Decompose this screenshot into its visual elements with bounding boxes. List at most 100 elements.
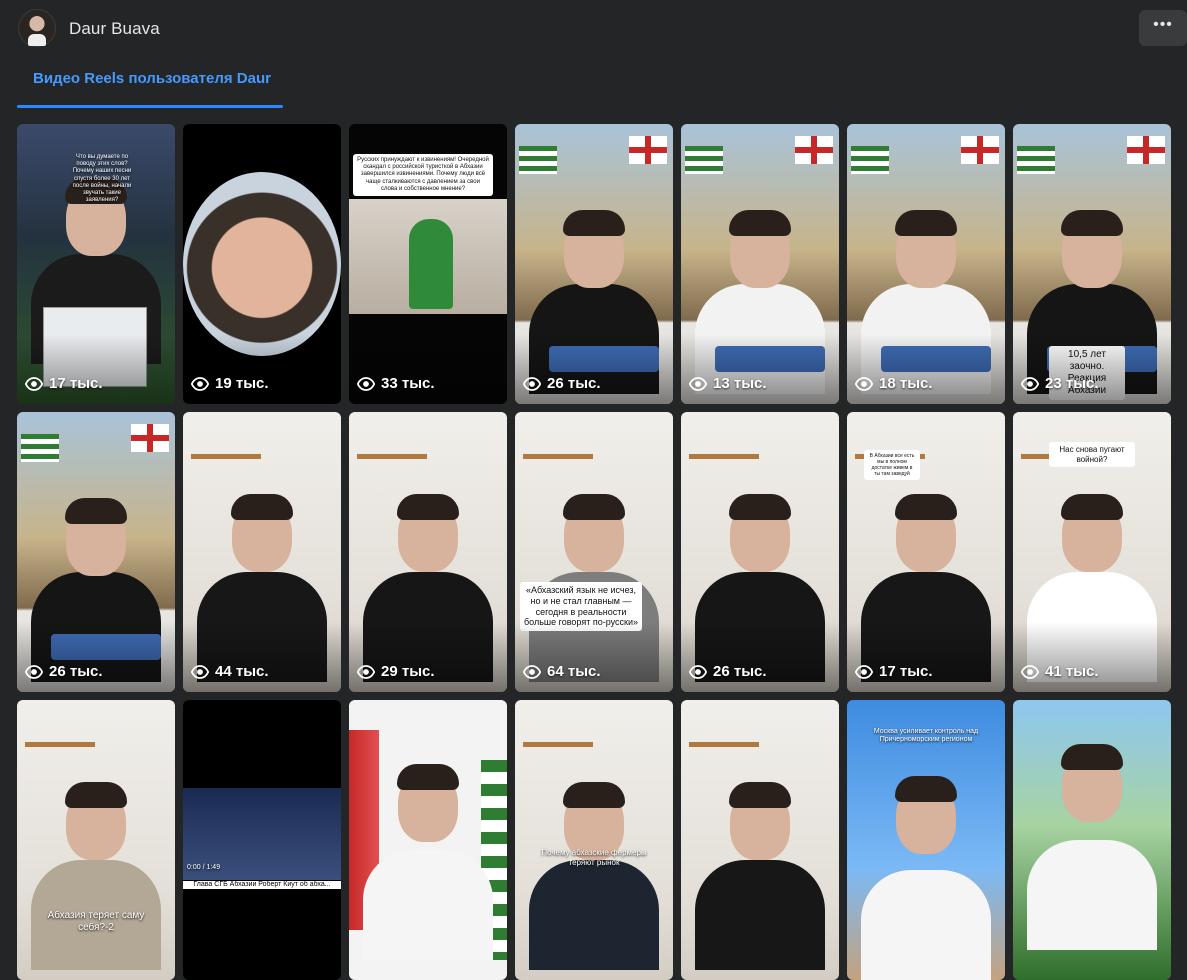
view-count: 17 тыс.	[25, 375, 103, 392]
reel-tile[interactable]: 44 тыс.	[183, 412, 341, 692]
reel-tile[interactable]: Русских принуждают к извинениям! Очередн…	[349, 124, 507, 404]
bottom-gradient	[183, 334, 341, 404]
person-torso	[1027, 840, 1157, 950]
reel-thumbnail	[349, 700, 507, 980]
reel-caption: Русских принуждают к извинениям! Очередн…	[353, 154, 493, 196]
reel-tile[interactable]: 19 тыс.	[183, 124, 341, 404]
reel-caption: Глава СГБ Абхазии Роберт Киут об абха...	[183, 881, 341, 890]
reel-caption: Нас снова пугают войной?	[1049, 442, 1135, 468]
view-count-label: 26 тыс.	[49, 663, 103, 680]
reel-tile[interactable]: 26 тыс.	[515, 124, 673, 404]
view-count: 33 тыс.	[357, 375, 435, 392]
view-count: 13 тыс.	[689, 375, 767, 392]
view-count-label: 23 тыс.	[1045, 375, 1099, 392]
abkhaz-flag	[519, 146, 557, 174]
reel-tile[interactable]: Москва усиливает контроль над Причерномо…	[847, 700, 1005, 980]
eye-icon	[689, 376, 707, 391]
eye-icon	[25, 376, 43, 391]
bottom-gradient	[847, 622, 1005, 692]
reel-tile[interactable]: «Абхазский язык не исчез, но и не стал г…	[515, 412, 673, 692]
reel-thumbnail: Абхазия теряет саму себя?-2	[17, 700, 175, 980]
profile-name[interactable]: Daur Buava	[69, 19, 160, 39]
view-count-label: 26 тыс.	[713, 663, 767, 680]
tab-active-indicator	[17, 105, 283, 108]
bottom-gradient	[515, 622, 673, 692]
view-count: 26 тыс.	[25, 663, 103, 680]
tab-reels[interactable]: Видео Reels пользователя Daur	[17, 60, 283, 108]
reel-thumbnail: 0:00 / 1:49 Глава СГБ Абхазии Роберт Киут…	[183, 700, 341, 980]
person-hair	[895, 776, 957, 802]
view-count-label: 17 тыс.	[879, 663, 933, 680]
view-count: 18 тыс.	[855, 375, 933, 392]
reel-tile[interactable]: В Абхазии все есть мы в полном достатке …	[847, 412, 1005, 692]
wall-shelf	[25, 742, 95, 747]
more-options-button[interactable]: •••	[1139, 10, 1187, 46]
view-count: 64 тыс.	[523, 663, 601, 680]
person-hair	[729, 210, 791, 236]
georgian-flag	[795, 136, 833, 164]
eye-icon	[523, 376, 541, 391]
reel-tile[interactable]	[349, 700, 507, 980]
reel-caption: Почему абхазские фермеры теряют рынок	[541, 848, 647, 867]
bottom-gradient	[349, 334, 507, 404]
reel-tile[interactable]: 10,5 лет заочно. Реакция Абхазии23 тыс.	[1013, 124, 1171, 404]
view-count: 19 тыс.	[191, 375, 269, 392]
view-count-label: 26 тыс.	[547, 375, 601, 392]
reel-tile[interactable]	[1013, 700, 1171, 980]
reel-tile[interactable]: Почему абхазские фермеры теряют рынок	[515, 700, 673, 980]
abkhaz-flag	[21, 434, 59, 462]
wall-shelf	[689, 454, 759, 459]
person-hair	[563, 210, 625, 236]
eye-icon	[357, 664, 375, 679]
ellipsis-icon: •••	[1153, 16, 1173, 33]
person-hair	[729, 782, 791, 808]
person-hair	[1061, 210, 1123, 236]
view-count: 23 тыс.	[1021, 375, 1099, 392]
bottom-gradient	[1013, 622, 1171, 692]
eye-icon	[523, 664, 541, 679]
reel-caption: Что вы думаете по поводу этих слов? Поче…	[72, 154, 132, 204]
reel-tile[interactable]: 26 тыс.	[17, 412, 175, 692]
eye-icon	[855, 376, 873, 391]
abkhaz-flag	[851, 146, 889, 174]
person-hair	[895, 494, 957, 520]
person-hair	[231, 494, 293, 520]
abkhaz-flag	[685, 146, 723, 174]
reel-tile[interactable]: Что вы думаете по поводу этих слов? Поче…	[17, 124, 175, 404]
eye-icon	[855, 664, 873, 679]
view-count-label: 44 тыс.	[215, 663, 269, 680]
person-hair	[895, 210, 957, 236]
reel-tile[interactable]: 0:00 / 1:49 Глава СГБ Абхазии Роберт Киут…	[183, 700, 341, 980]
reel-tile[interactable]	[681, 700, 839, 980]
reel-tile[interactable]: 18 тыс.	[847, 124, 1005, 404]
profile-header: Daur Buava •••	[0, 0, 1187, 58]
player-time: 0:00 / 1:49	[187, 864, 221, 871]
bottom-gradient	[17, 334, 175, 404]
bottom-gradient	[847, 334, 1005, 404]
reel-tile[interactable]: Нас снова пугают войной? 41 тыс.	[1013, 412, 1171, 692]
view-count-label: 33 тыс.	[381, 375, 435, 392]
reel-tile[interactable]: Абхазия теряет саму себя?-2	[17, 700, 175, 980]
reel-tile[interactable]: 26 тыс.	[681, 412, 839, 692]
view-count: 44 тыс.	[191, 663, 269, 680]
person-hair	[65, 498, 127, 524]
georgian-flag	[629, 136, 667, 164]
reel-caption: В Абхазии все есть мы в полном достатке …	[864, 450, 920, 480]
view-count: 41 тыс.	[1021, 663, 1099, 680]
view-count-label: 41 тыс.	[1045, 663, 1099, 680]
tab-reels-label: Видео Reels пользователя Daur	[33, 70, 271, 87]
person-hair	[65, 782, 127, 808]
reel-tile[interactable]: 13 тыс.	[681, 124, 839, 404]
bottom-gradient	[681, 622, 839, 692]
wall-shelf	[191, 454, 261, 459]
person-torso	[695, 860, 825, 970]
abkhaz-flag	[1017, 146, 1055, 174]
reel-tile[interactable]: 29 тыс.	[349, 412, 507, 692]
avatar[interactable]	[18, 9, 56, 47]
wall-shelf	[357, 454, 427, 459]
view-count-label: 64 тыс.	[547, 663, 601, 680]
view-count: 26 тыс.	[689, 663, 767, 680]
view-count-label: 13 тыс.	[713, 375, 767, 392]
bottom-gradient	[681, 334, 839, 404]
georgian-flag	[1127, 136, 1165, 164]
